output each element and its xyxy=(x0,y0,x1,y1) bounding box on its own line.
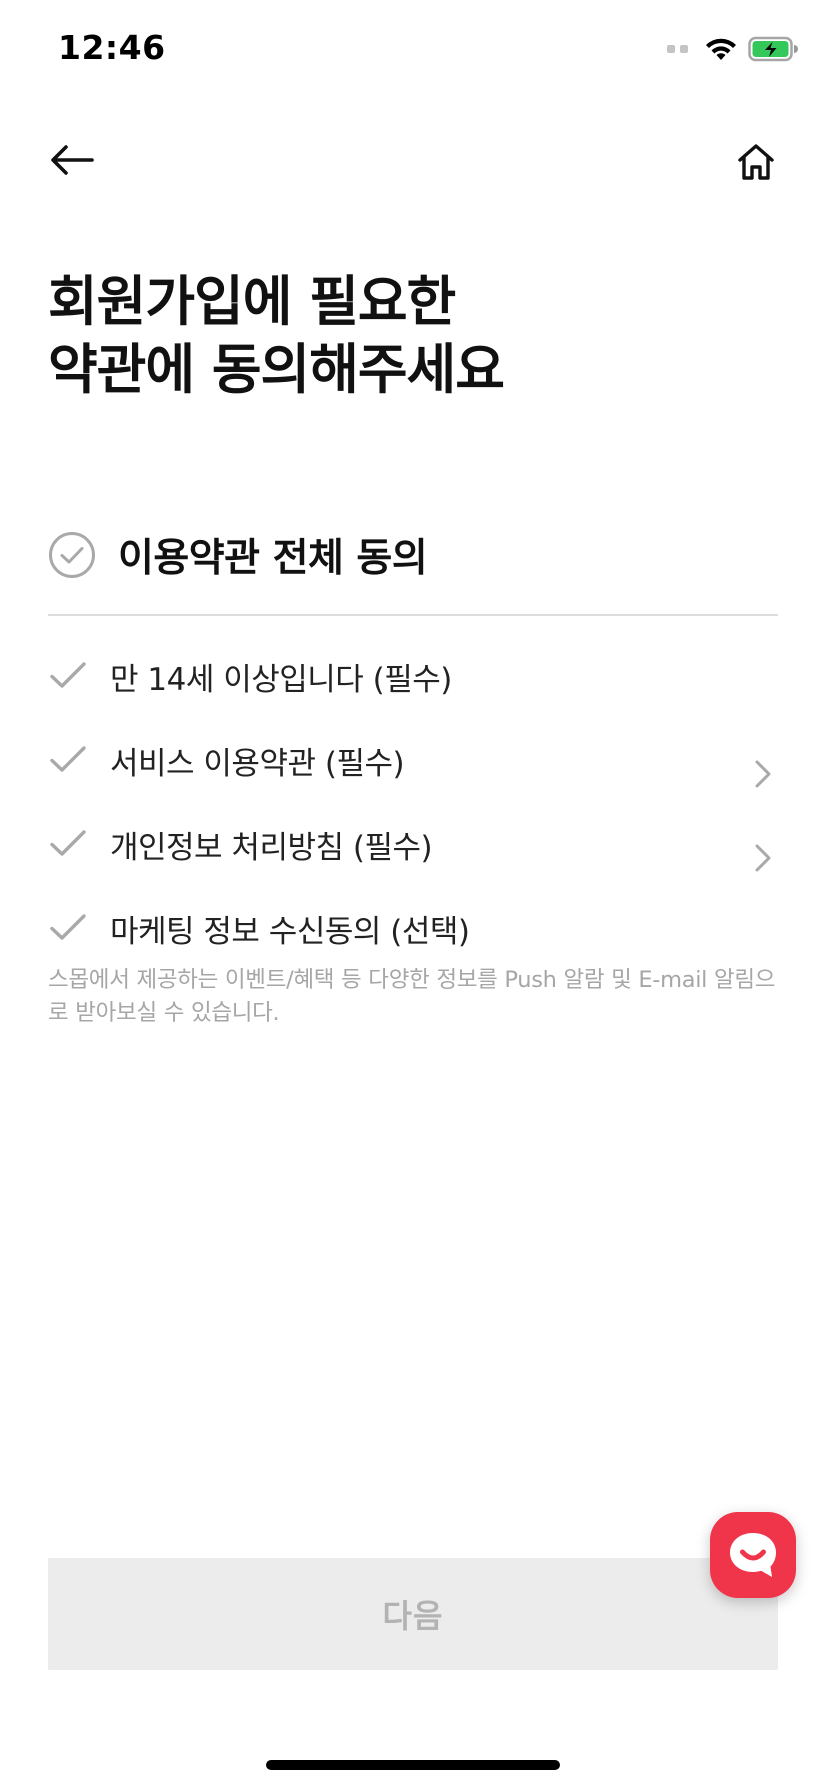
home-indicator xyxy=(266,1760,560,1770)
status-bar: 12:46 xyxy=(0,0,828,100)
term-service-detail-button[interactable] xyxy=(748,754,778,794)
term-privacy-label: 개인정보 처리방침 (필수) xyxy=(110,829,433,866)
divider xyxy=(48,614,778,616)
term-marketing-label: 마케팅 정보 수신동의 (선택) xyxy=(110,913,470,950)
wifi-icon xyxy=(706,38,736,60)
page-title-line-1: 회원가입에 필요한 xyxy=(48,270,456,333)
battery-charging-icon xyxy=(748,36,798,62)
chevron-right-icon xyxy=(755,844,771,872)
status-icons xyxy=(667,34,798,64)
page-title-line-2: 약관에 동의해주세요 xyxy=(48,338,505,401)
check-icon xyxy=(50,746,86,772)
check-icon xyxy=(50,662,86,688)
chat-button[interactable] xyxy=(710,1512,796,1598)
home-icon xyxy=(738,144,774,180)
circle-check-icon xyxy=(49,532,95,578)
term-service-label: 서비스 이용약관 (필수) xyxy=(110,745,405,782)
chat-bubble-icon xyxy=(730,1533,776,1577)
check-icon xyxy=(50,914,86,940)
home-button[interactable] xyxy=(728,134,784,190)
term-marketing-checkbox[interactable]: 마케팅 정보 수신동의 (선택) xyxy=(48,898,778,958)
term-service-checkbox[interactable]: 서비스 이용약관 (필수) xyxy=(48,730,778,790)
check-icon xyxy=(50,830,86,856)
next-button[interactable]: 다음 xyxy=(48,1558,778,1670)
chevron-right-icon xyxy=(755,760,771,788)
signal-icon xyxy=(667,45,688,53)
agree-all-label: 이용약관 전체 동의 xyxy=(118,536,428,581)
back-button[interactable] xyxy=(50,134,110,186)
term-privacy-checkbox[interactable]: 개인정보 처리방침 (필수) xyxy=(48,814,778,874)
agree-all-checkbox[interactable]: 이용약관 전체 동의 xyxy=(48,524,778,586)
term-age-checkbox[interactable]: 만 14세 이상입니다 (필수) xyxy=(48,646,778,706)
arrow-left-icon xyxy=(51,145,94,175)
page-title: 회원가입에 필요한 약관에 동의해주세요 xyxy=(48,268,768,404)
term-privacy-detail-button[interactable] xyxy=(748,838,778,878)
status-time: 12:46 xyxy=(58,28,166,67)
marketing-description: 스몹에서 제공하는 이벤트/혜택 등 다양한 정보를 Push 알람 및 E-m… xyxy=(48,967,776,1026)
term-age-label: 만 14세 이상입니다 (필수) xyxy=(110,661,452,698)
